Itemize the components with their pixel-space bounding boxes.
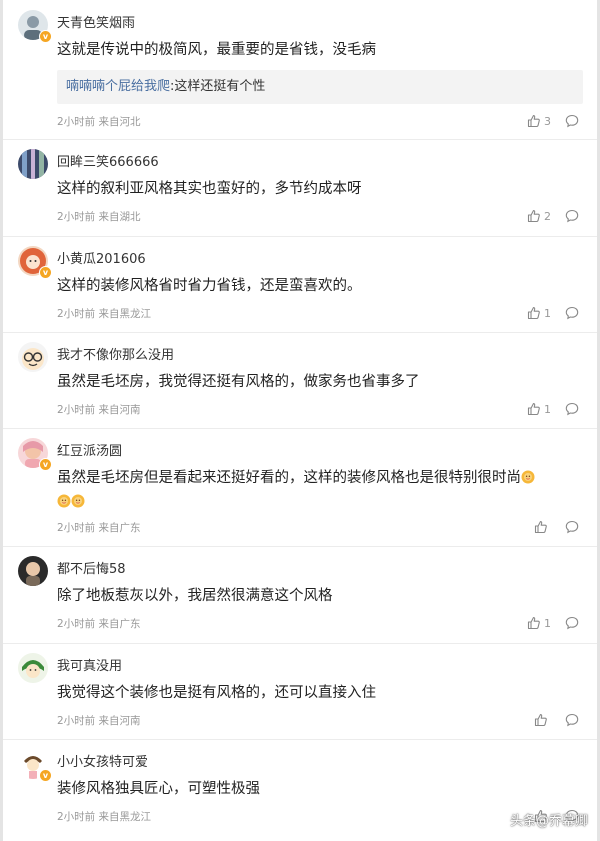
sunflower-face-emoji: [71, 494, 85, 508]
comment-text: 这就是传说中的极简风，最重要的是省钱，没毛病: [57, 42, 376, 58]
thumbs-up-icon: [527, 306, 540, 320]
comment-actions: [534, 519, 579, 535]
comment-bubble-icon: [565, 402, 579, 416]
like-button[interactable]: 2: [527, 209, 551, 223]
comment-text: 这样的叙利亚风格其实也蛮好的，多节约成本呀: [57, 181, 362, 197]
like-button[interactable]: 1: [527, 402, 551, 416]
comment-item: v 小黄瓜201606 这样的装修风格省时省力省钱，还是蛮喜欢的。 2小时前 来…: [3, 236, 597, 333]
comment-username[interactable]: 小黄瓜201606: [57, 248, 146, 267]
verified-badge-icon: v: [39, 769, 52, 782]
comment-text: 我觉得这个装修也是挺有风格的，还可以直接入住: [57, 685, 376, 701]
avatar[interactable]: [18, 653, 48, 683]
comment-actions: [534, 712, 579, 728]
reply-text: :这样还挺有个性: [170, 79, 266, 94]
reply-username[interactable]: 喃喃喃个屁给我爬: [66, 79, 170, 94]
thumbs-up-icon: [527, 114, 540, 128]
like-button[interactable]: [534, 713, 551, 727]
comment-username[interactable]: 我才不像你那么没用: [57, 344, 174, 363]
thumbs-up-icon: [527, 402, 540, 416]
reply-button[interactable]: [565, 114, 579, 128]
verified-badge-icon: v: [39, 30, 52, 43]
avatar[interactable]: [18, 342, 48, 372]
comment-actions: 2: [527, 208, 579, 224]
comment-meta: 2小时前 来自广东: [57, 522, 141, 534]
comment-username[interactable]: 小小女孩特可爱: [57, 751, 148, 770]
avatar[interactable]: [18, 556, 48, 586]
comment-username[interactable]: 都不后悔58: [57, 558, 126, 577]
reply-button[interactable]: [565, 713, 579, 727]
thumbs-up-icon: [527, 209, 540, 223]
verified-badge-icon: v: [39, 458, 52, 471]
thumbs-up-icon: [527, 616, 540, 630]
comment-bubble-icon: [565, 520, 579, 534]
comment-item: v 天青色笑烟雨 这就是传说中的极简风，最重要的是省钱，没毛病 喃喃喃个屁给我爬…: [3, 0, 597, 140]
comment-bubble-icon: [565, 306, 579, 320]
comment-text: 虽然是毛坯房，我觉得还挺有风格的，做家务也省事多了: [57, 374, 420, 390]
comment-username[interactable]: 回眸三笑666666: [57, 151, 159, 170]
reply-button[interactable]: [565, 616, 579, 630]
sunflower-face-emoji: [521, 470, 535, 484]
like-button[interactable]: [534, 520, 551, 534]
reply-button[interactable]: [565, 209, 579, 223]
like-count: 1: [544, 616, 551, 630]
reply-quote[interactable]: 喃喃喃个屁给我爬:这样还挺有个性: [57, 70, 583, 104]
comment-actions: 1: [527, 305, 579, 321]
comment-bubble-icon: [565, 114, 579, 128]
verified-badge-icon: v: [39, 266, 52, 279]
comment-username[interactable]: 我可真没用: [57, 655, 122, 674]
reply-button[interactable]: [565, 402, 579, 416]
comment-bubble-icon: [565, 616, 579, 630]
like-count: 1: [544, 306, 551, 320]
comment-item: 我才不像你那么没用 虽然是毛坯房，我觉得还挺有风格的，做家务也省事多了 2小时前…: [3, 332, 597, 429]
comment-actions: 1: [527, 401, 579, 417]
comment-item: v 红豆派汤圆 虽然是毛坯房但是看起来还挺好看的，这样的装修风格也是很特别很时尚…: [3, 428, 597, 547]
comment-text: 虽然是毛坯房但是看起来还挺好看的，这样的装修风格也是很特别很时尚: [57, 466, 583, 514]
reply-button[interactable]: [565, 306, 579, 320]
thumbs-up-icon: [534, 713, 547, 727]
comment-item: 我可真没用 我觉得这个装修也是挺有风格的，还可以直接入住 2小时前 来自河南: [3, 643, 597, 740]
comment-username[interactable]: 红豆派汤圆: [57, 440, 122, 459]
comment-text: 装修风格独具匠心，可塑性极强: [57, 781, 260, 797]
like-count: 1: [544, 402, 551, 416]
watermark-text: 头条@乔幕卿: [509, 814, 588, 829]
comment-text: 这样的装修风格省时省力省钱，还是蛮喜欢的。: [57, 278, 362, 294]
like-button[interactable]: 3: [527, 114, 551, 128]
thumbs-up-icon: [534, 520, 547, 534]
like-button[interactable]: 1: [527, 616, 551, 630]
sunflower-face-emoji: [57, 494, 71, 508]
comment-actions: 3: [527, 113, 579, 129]
reply-button[interactable]: [565, 520, 579, 534]
comment-bubble-icon: [565, 713, 579, 727]
comment-text-content: 虽然是毛坯房但是看起来还挺好看的，这样的装修风格也是很特别很时尚: [57, 470, 521, 486]
comment-meta: 2小时前 来自河南: [57, 404, 141, 416]
comment-meta: 2小时前 来自河南: [57, 715, 141, 727]
watermark: 头条@乔幕卿: [510, 810, 588, 829]
like-count: 2: [544, 209, 551, 223]
comment-bubble-icon: [565, 209, 579, 223]
comment-meta: 2小时前 来自河北: [57, 116, 141, 128]
comment-actions: 1: [527, 615, 579, 631]
comment-username[interactable]: 天青色笑烟雨: [57, 12, 135, 31]
comment-item: 都不后悔58 除了地板惹灰以外，我居然很满意这个风格 2小时前 来自广东 1: [3, 546, 597, 644]
like-button[interactable]: 1: [527, 306, 551, 320]
comment-meta: 2小时前 来自黑龙江: [57, 308, 152, 320]
comment-item: v 小小女孩特可爱 装修风格独具匠心，可塑性极强 2小时前 来自黑龙江: [3, 739, 597, 841]
comment-meta: 2小时前 来自黑龙江: [57, 811, 152, 823]
comment-text: 除了地板惹灰以外，我居然很满意这个风格: [57, 588, 333, 604]
like-count: 3: [544, 114, 551, 128]
comment-meta: 2小时前 来自广东: [57, 618, 141, 630]
comment-meta: 2小时前 来自湖北: [57, 211, 141, 223]
avatar[interactable]: [18, 149, 48, 179]
comment-item: 回眸三笑666666 这样的叙利亚风格其实也蛮好的，多节约成本呀 2小时前 来自…: [3, 139, 597, 237]
